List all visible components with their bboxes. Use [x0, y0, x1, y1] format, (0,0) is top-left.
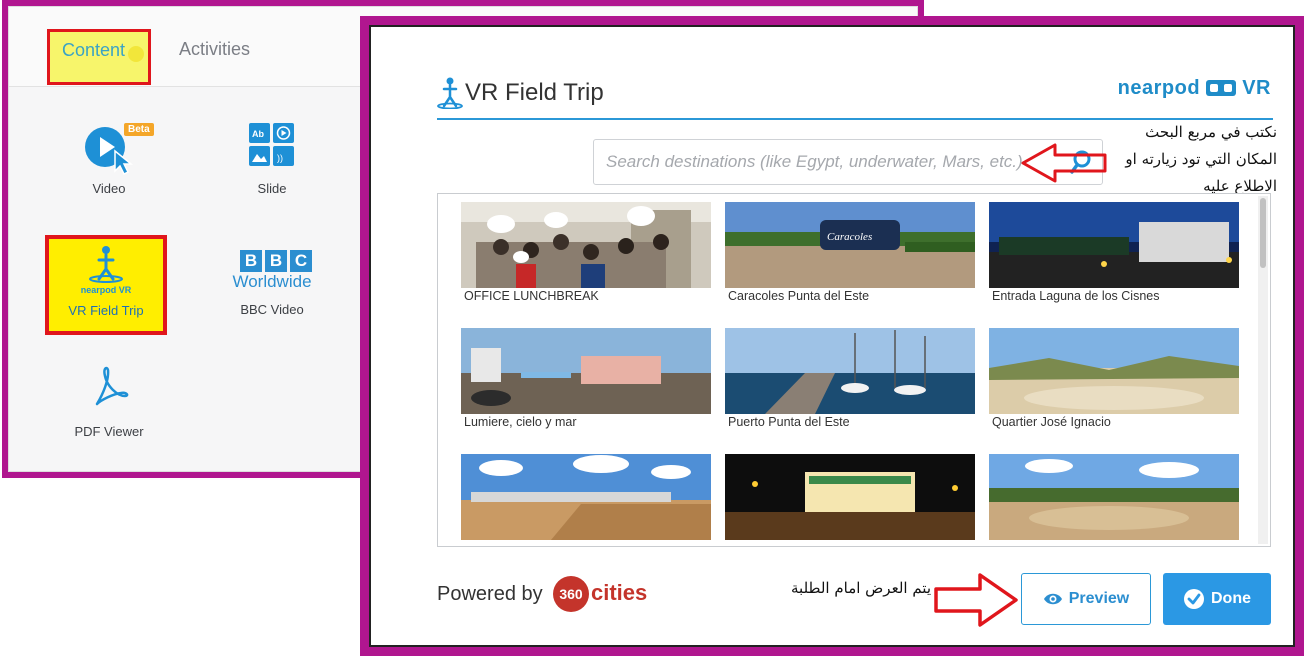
thumb-sign-text: Caracoles	[827, 231, 872, 243]
check-circle-icon	[1184, 589, 1204, 609]
arabic-annotation-preview: يتم العرض امام الطلبة	[791, 579, 932, 597]
360cities-logo: 360	[553, 576, 589, 612]
nearpod-vr-logo: nearpod VR	[49, 285, 163, 295]
result-thumbnail	[989, 454, 1239, 540]
result-card[interactable]: OFFICE LUNCHBREAK	[461, 202, 711, 322]
result-caption: Quartier José Ignacio	[992, 415, 1111, 429]
results-scrollbar[interactable]	[1258, 196, 1268, 544]
result-caption: Caracoles Punta del Este	[728, 289, 870, 303]
done-button[interactable]: Done	[1163, 573, 1271, 625]
vr-goggles-icon	[1206, 80, 1237, 96]
vr-person-icon	[89, 246, 123, 283]
result-caption: Lumiere, cielo y mar	[464, 415, 577, 429]
tab-content-label: Content	[62, 40, 126, 60]
tile-slide-label: Slide	[257, 181, 287, 196]
nearpod-logo-text: nearpod	[80, 285, 117, 295]
annotation-arrow-left-icon	[1021, 143, 1107, 183]
result-thumbnail	[725, 454, 975, 540]
results-grid-container[interactable]: OFFICE LUNCHBREAK Caracoles Caracoles Pu…	[437, 193, 1271, 547]
svg-text:)): ))	[277, 153, 283, 163]
nearpod-brand-text: nearpod	[1117, 77, 1201, 99]
tile-slide[interactable]: Ab )) Slide	[212, 117, 332, 217]
result-caption: Puerto Punta del Este	[728, 415, 850, 429]
screenshot-stage: Content Activities Beta Video Ab)) Slid…	[0, 0, 1305, 656]
tab-activities[interactable]: Activities	[179, 39, 250, 60]
result-card[interactable]: Caracoles Caracoles Punta del Este	[725, 202, 975, 322]
preview-button-label: Preview	[1068, 590, 1130, 607]
search-input[interactable]	[606, 140, 1086, 184]
bbc-letter: B	[265, 250, 287, 272]
vr-person-icon	[437, 77, 463, 109]
annotation-arrow-right-icon	[934, 573, 1018, 627]
eye-icon	[1043, 593, 1062, 605]
svg-text:Ab: Ab	[252, 129, 264, 139]
result-thumbnail	[725, 328, 975, 414]
tile-vr-field-trip[interactable]: nearpod VR VR Field Trip	[45, 235, 167, 335]
result-thumbnail	[461, 454, 711, 540]
bbc-letter: B	[240, 250, 262, 272]
powered-by-label: Powered by	[437, 583, 543, 605]
modal-inner: VR Field Trip nearpod VR Search destinat…	[369, 25, 1295, 647]
tile-video-label: Video	[92, 181, 126, 196]
result-card[interactable]: Quartier José Ignacio	[989, 328, 1239, 448]
scrollbar-thumb[interactable]	[1260, 198, 1266, 268]
tile-pdf-label: PDF Viewer	[74, 424, 144, 439]
nearpod-vr-brand: nearpod VR	[1118, 77, 1271, 100]
modal-title: VR Field Trip	[465, 79, 604, 106]
bbc-logo: B B C	[240, 250, 312, 272]
tile-bbc-video[interactable]: B B C Worldwide BBC Video	[212, 242, 332, 342]
result-caption: OFFICE LUNCHBREAK	[464, 289, 599, 303]
tile-pdf-viewer[interactable]: PDF Viewer	[49, 362, 169, 462]
result-thumbnail	[989, 328, 1239, 414]
bbc-letter: C	[290, 250, 312, 272]
tile-vr-label: VR Field Trip	[68, 303, 144, 318]
tile-video[interactable]: Beta Video	[49, 117, 169, 217]
result-card[interactable]	[989, 454, 1239, 546]
result-thumbnail	[461, 202, 711, 288]
vr-brand-text: VR	[1242, 77, 1271, 99]
tile-bbc-label: BBC Video	[240, 302, 304, 317]
preview-button[interactable]: Preview	[1021, 573, 1151, 625]
done-button-label: Done	[1211, 590, 1251, 607]
result-card[interactable]	[725, 454, 975, 546]
360cities-wordmark: cities	[591, 580, 648, 605]
result-thumbnail	[461, 328, 711, 414]
result-thumbnail: Caracoles	[725, 202, 975, 288]
arabic-annotation-search: نكتب في مربع البحث المكان التي تود زيارت…	[1125, 123, 1277, 195]
highlight-marker	[128, 46, 144, 62]
vr-field-trip-modal: VR Field Trip nearpod VR Search destinat…	[360, 16, 1304, 656]
vr-logo-text: VR	[118, 285, 132, 295]
result-card[interactable]: Entrada Laguna de los Cisnes	[989, 202, 1239, 322]
result-card[interactable]	[461, 454, 711, 546]
video-cursor-icon	[85, 127, 134, 176]
result-caption: Entrada Laguna de los Cisnes	[992, 289, 1160, 303]
result-thumbnail	[989, 202, 1239, 288]
pdf-icon	[95, 366, 129, 406]
result-card[interactable]: Puerto Punta del Este	[725, 328, 975, 448]
tab-content[interactable]: Content	[47, 29, 151, 85]
bbc-worldwide-text: Worldwide	[232, 272, 312, 291]
slide-icon: Ab ))	[249, 123, 294, 166]
result-card[interactable]: Lumiere, cielo y mar	[461, 328, 711, 448]
